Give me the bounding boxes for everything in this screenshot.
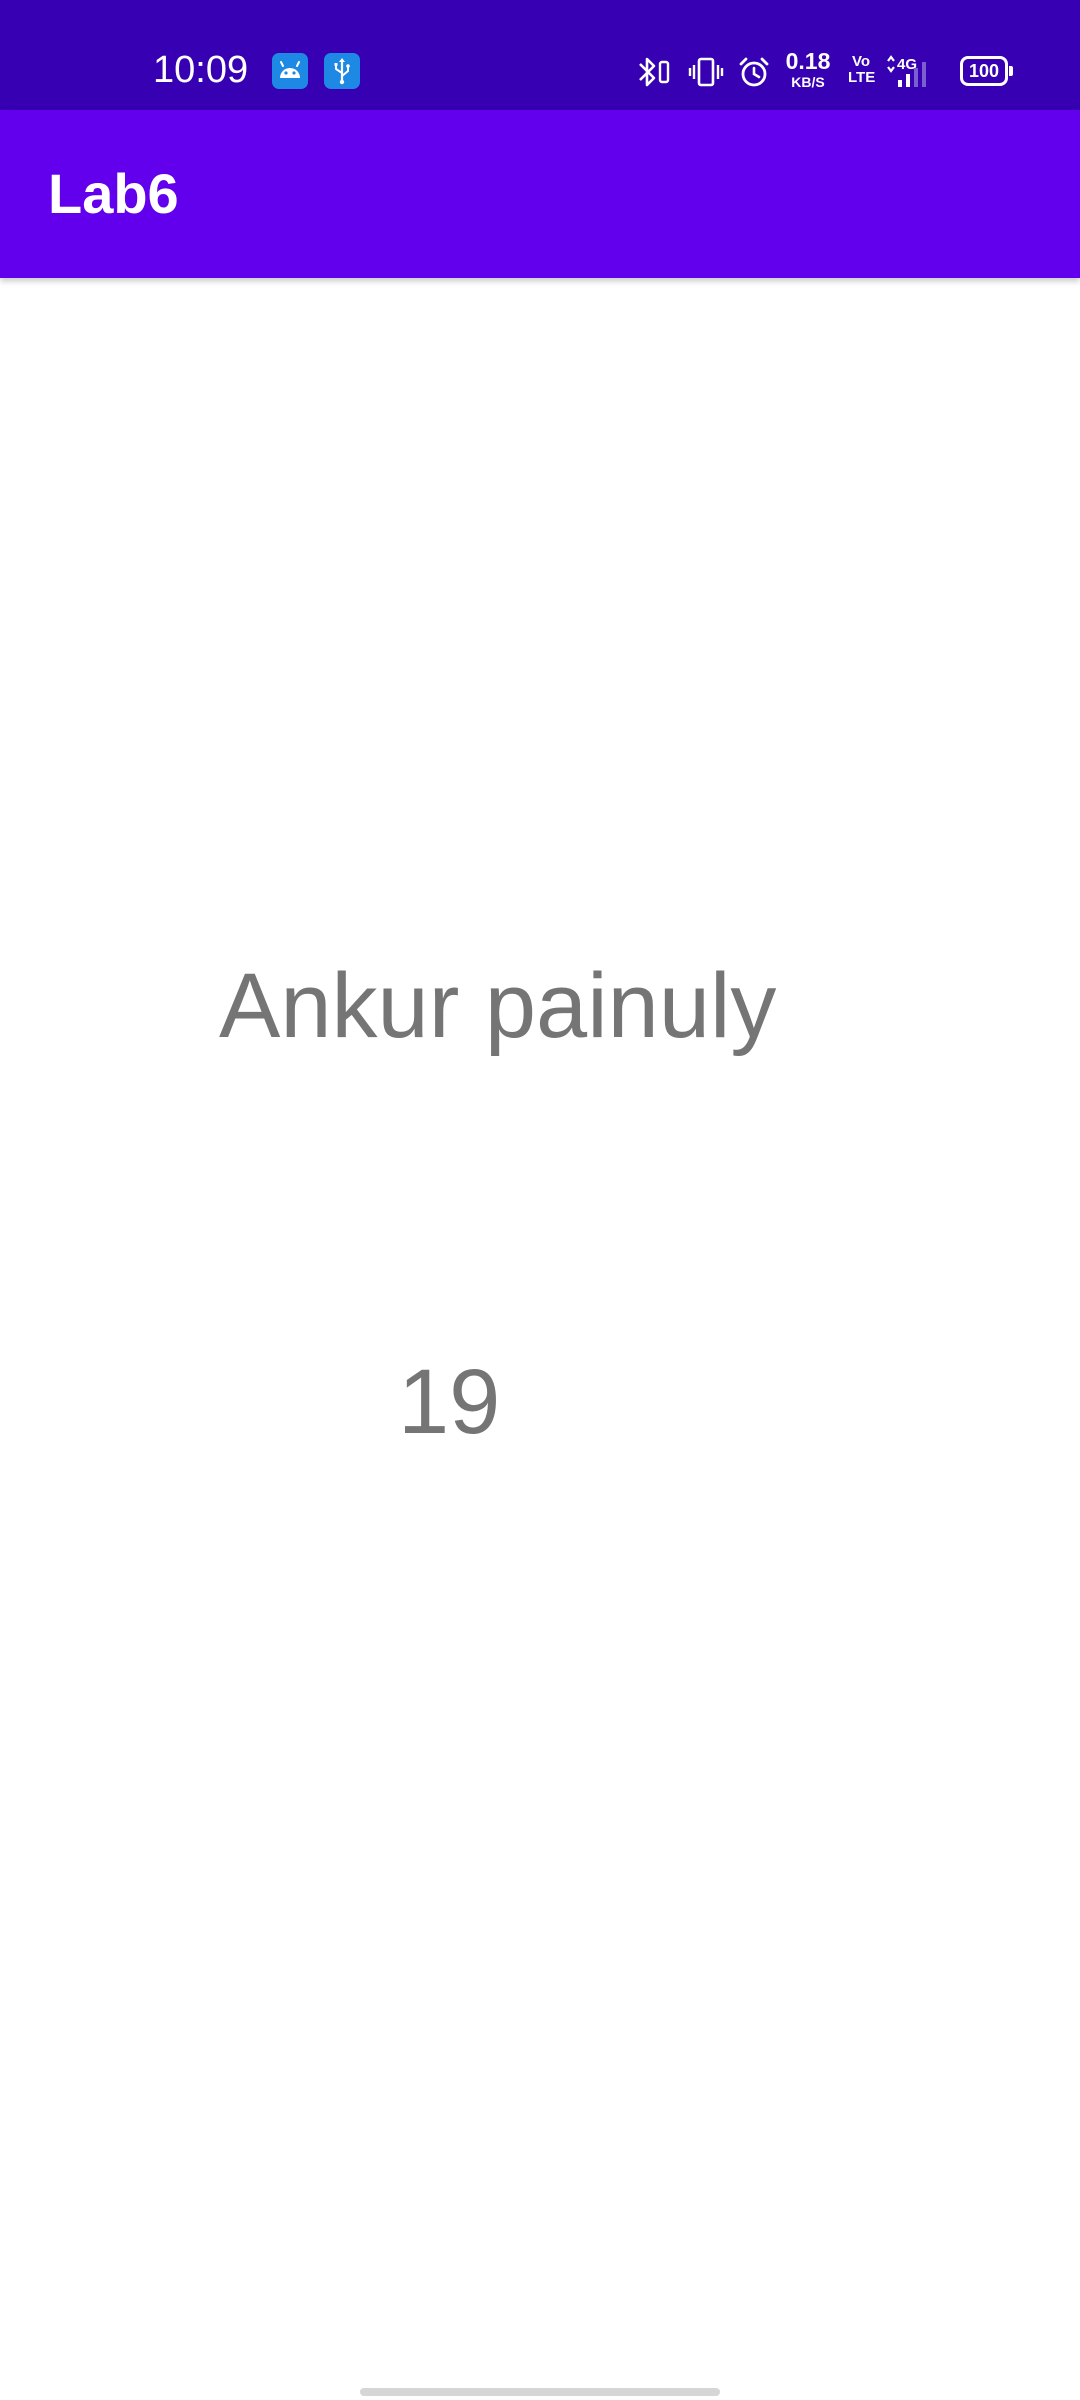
battery-icon: 100 bbox=[960, 56, 1013, 86]
app-bar: Lab6 bbox=[0, 110, 1080, 278]
network-speed: 0.18 KB/S bbox=[780, 48, 836, 90]
signal-icon: 4G bbox=[884, 52, 944, 92]
number-text: 19 bbox=[398, 1351, 501, 1453]
usb-icon bbox=[324, 53, 360, 89]
vibrate-icon bbox=[688, 52, 724, 92]
volte-bottom: LTE bbox=[848, 69, 876, 86]
home-indicator[interactable] bbox=[360, 2388, 720, 2396]
network-speed-unit: KB/S bbox=[791, 74, 825, 90]
name-text: Ankur painuly bbox=[219, 955, 777, 1057]
volte-indicator: Vo LTE bbox=[848, 53, 876, 86]
status-time: 10:09 bbox=[153, 49, 249, 91]
network-speed-value: 0.18 bbox=[785, 48, 831, 74]
bluetooth-icon bbox=[634, 52, 674, 92]
alarm-icon bbox=[736, 52, 772, 92]
volte-top: Vo bbox=[851, 53, 871, 70]
app-screen: 10:09 0.18 KB/S Vo LTE 4G 100 Lab6 Ankur… bbox=[0, 0, 1080, 2400]
android-icon bbox=[272, 53, 308, 89]
status-bar: 10:09 0.18 KB/S Vo LTE 4G 100 bbox=[0, 0, 1080, 110]
app-title: Lab6 bbox=[48, 162, 179, 225]
battery-level: 100 bbox=[968, 61, 1000, 81]
